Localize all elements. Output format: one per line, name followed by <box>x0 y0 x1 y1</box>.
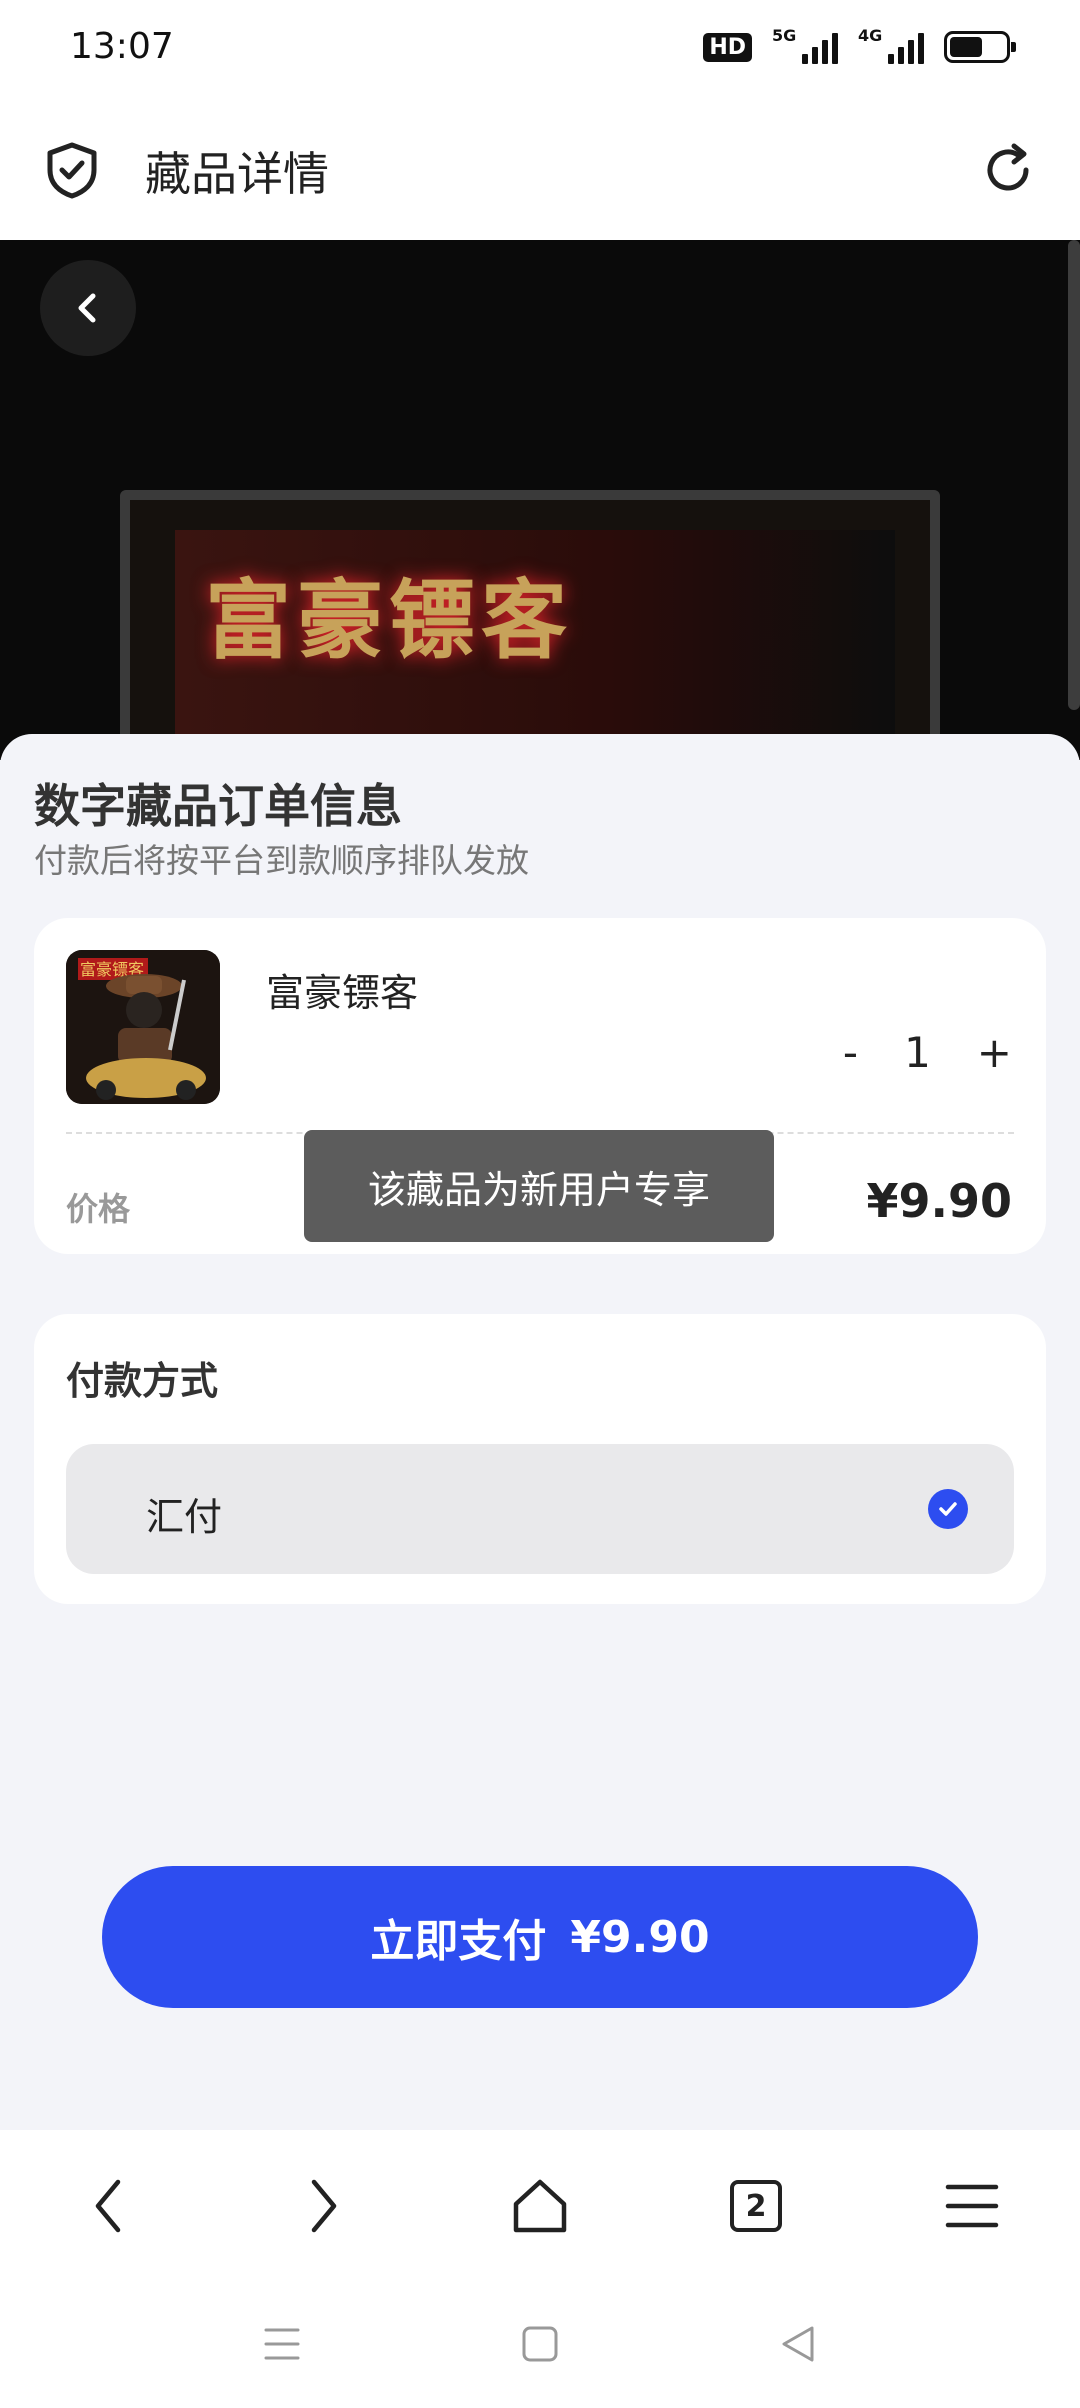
system-home-button[interactable] <box>516 2320 564 2368</box>
collectible-hero-image: 富豪镖客 <box>0 240 1080 760</box>
payment-method-card: 付款方式 汇付 <box>34 1314 1046 1604</box>
order-title: 数字藏品订单信息 <box>34 779 402 833</box>
browser-tabs-button[interactable]: 2 <box>720 2170 792 2242</box>
recent-apps-icon <box>264 2328 300 2360</box>
pay-button-label: 立即支付 <box>370 1916 547 1967</box>
home-icon <box>513 2179 567 2233</box>
hero-screen: 富豪镖客 <box>175 530 895 760</box>
square-home-icon <box>522 2326 558 2362</box>
toast-message: 该藏品为新用户专享 <box>304 1130 774 1242</box>
page-title: 藏品详情 <box>145 147 329 201</box>
check-icon <box>928 1489 968 1529</box>
status-time: 13:07 <box>70 26 174 67</box>
hero-screen-text: 富豪镖客 <box>205 571 573 671</box>
tab-count: 2 <box>730 2180 782 2232</box>
menu-icon <box>945 2184 999 2228</box>
status-bar: 13:07 HD 5G 4G <box>0 0 1080 100</box>
product-thumbnail-art: 富豪镖客 <box>66 950 220 1104</box>
payment-title: 付款方式 <box>66 1359 219 1403</box>
browser-toolbar: 2 <box>0 2130 1080 2280</box>
shield-check-icon[interactable] <box>42 140 102 200</box>
browser-menu-button[interactable] <box>936 2170 1008 2242</box>
network-type-2: 4G <box>858 26 883 45</box>
pay-now-button[interactable]: 立即支付 ¥9.90 <box>102 1866 978 2008</box>
refresh-icon[interactable] <box>978 140 1038 200</box>
chevron-left-icon <box>95 2179 121 2233</box>
hd-badge: HD <box>703 32 752 62</box>
price-label: 价格 <box>66 1190 131 1228</box>
page-header: 藏品详情 <box>0 100 1080 240</box>
payment-option-label: 汇付 <box>146 1495 223 1539</box>
recent-apps-button[interactable] <box>258 2320 306 2368</box>
decrement-button[interactable]: - <box>843 1028 858 1077</box>
signal-5g-icon: 5G <box>772 26 838 64</box>
triangle-back-icon <box>782 2326 814 2362</box>
battery-level <box>950 37 983 57</box>
system-nav-bar <box>0 2280 1080 2408</box>
quantity-value: 1 <box>904 1028 931 1077</box>
payment-option-huifu[interactable]: 汇付 <box>66 1444 1014 1574</box>
product-thumbnail: 富豪镖客 <box>66 950 220 1104</box>
scrollbar[interactable] <box>1068 240 1080 710</box>
price-value: ¥9.90 <box>866 1174 1012 1228</box>
chevron-left-icon <box>78 293 96 323</box>
signal-4g-icon: 4G <box>858 26 924 64</box>
product-name: 富豪镖客 <box>266 971 419 1015</box>
pay-button-amount: ¥9.90 <box>570 1911 710 1963</box>
system-back-button[interactable] <box>774 2320 822 2368</box>
browser-back-button[interactable] <box>72 2170 144 2242</box>
back-button[interactable] <box>40 260 136 356</box>
network-type-1: 5G <box>772 26 797 45</box>
quantity-stepper: - 1 + <box>843 1028 1012 1077</box>
app-root: 13:07 HD 5G 4G 藏品详情 富豪镖客 数字藏品订单信息 付款后将按平… <box>0 0 1080 2408</box>
hero-screen-frame: 富豪镖客 <box>120 490 940 760</box>
browser-forward-button[interactable] <box>288 2170 360 2242</box>
order-subtitle: 付款后将按平台到款顺序排队发放 <box>34 841 529 880</box>
battery-icon <box>944 31 1016 63</box>
browser-home-button[interactable] <box>504 2170 576 2242</box>
status-icons: HD 5G 4G <box>703 26 1016 64</box>
chevron-right-icon <box>311 2179 337 2233</box>
increment-button[interactable]: + <box>977 1028 1012 1077</box>
